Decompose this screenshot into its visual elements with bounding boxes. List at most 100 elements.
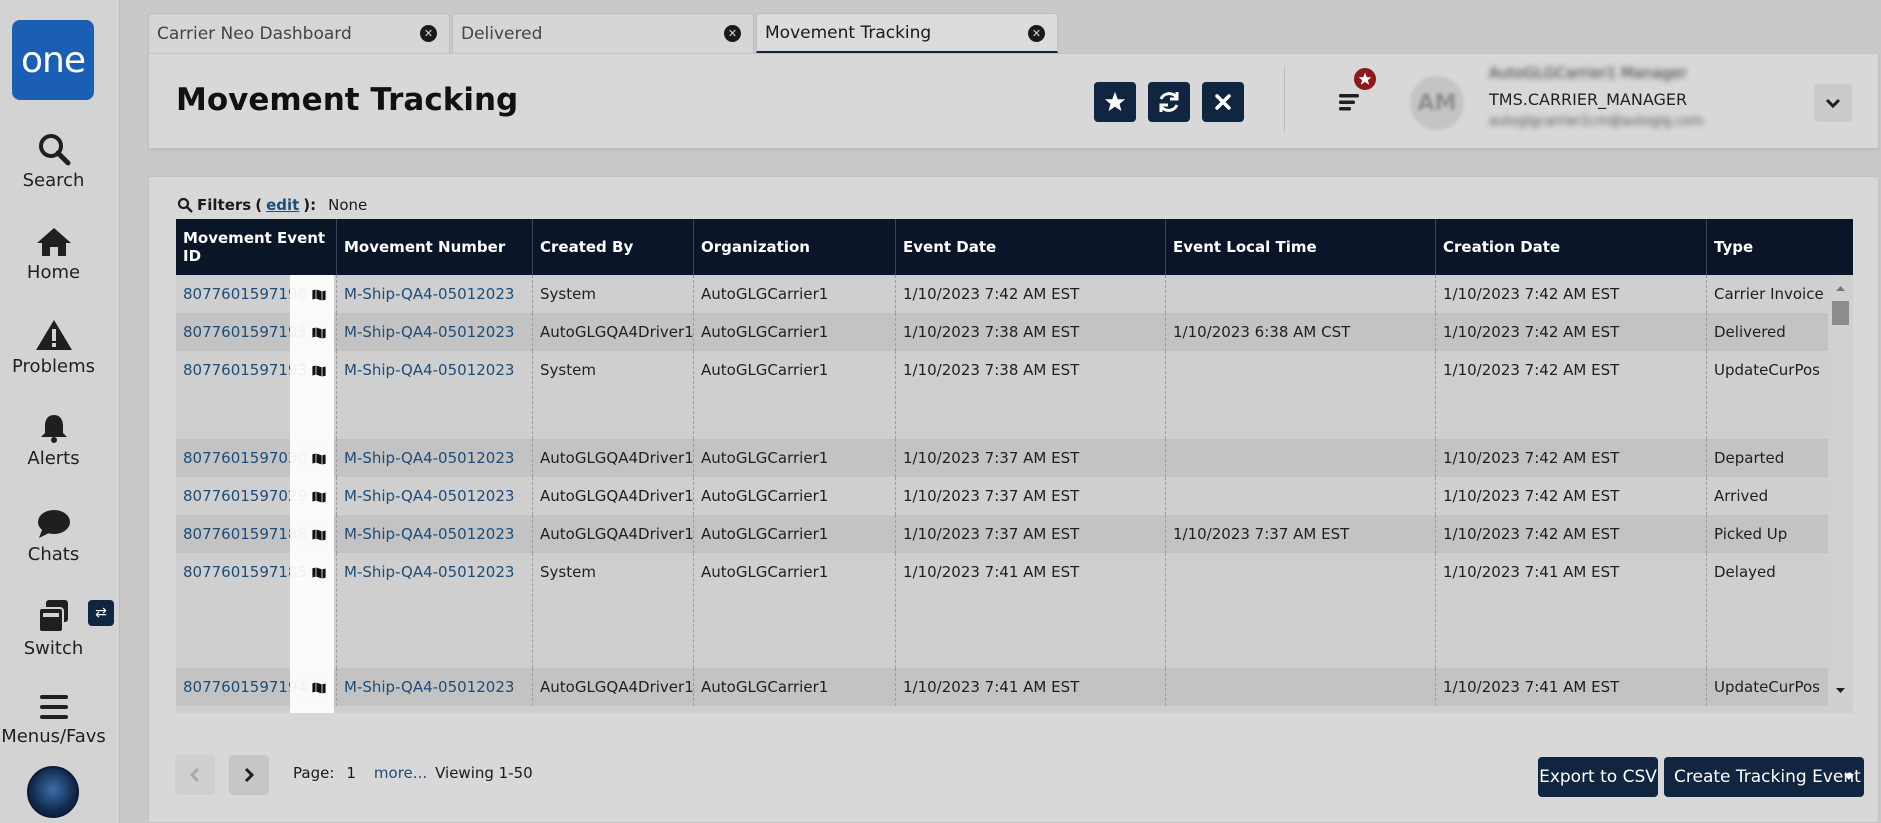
tab-delivered[interactable]: Delivered ✕ [452,13,754,53]
table-row[interactable]: 8077601597193 M-Ship-QA4-05012023 System Au… [176,351,1828,439]
event-id-link[interactable]: 8077601597195 [183,323,307,341]
column-header[interactable]: Movement Number [337,219,533,275]
cell-text: 1/10/2023 7:37 AM EST [903,487,1080,505]
movement-number-link[interactable]: M-Ship-QA4-05012023 [344,323,514,341]
movement-number-link[interactable]: M-Ship-QA4-05012023 [344,525,514,543]
movement-number-link[interactable]: M-Ship-QA4-05012023 [344,487,514,505]
sidebar-item-home[interactable]: Home [0,226,107,283]
movement-number-link[interactable]: M-Ship-QA4-05012023 [344,563,514,581]
close-icon[interactable]: ✕ [724,25,741,42]
cell-type: Picked Up [1707,515,1828,553]
create-tracking-event-button[interactable]: Create Tracking Event [1664,757,1864,797]
user-avatar-small[interactable] [27,766,79,818]
cell-movement[interactable]: M-Ship-QA4-05012023 [337,477,533,515]
table-row[interactable]: 8077601597188 M-Ship-QA4-05012023 AutoGLGQ… [176,515,1828,553]
cell-text: 1/10/2023 7:41 AM EST [1443,563,1620,581]
one-logo[interactable]: one [12,20,94,100]
refresh-button[interactable] [1148,82,1190,122]
table-row[interactable]: 8077601597030 M-Ship-QA4-05012023 AutoGLGQ… [176,439,1828,477]
cell-movement[interactable]: M-Ship-QA4-05012023 [337,553,533,668]
vertical-scrollbar[interactable] [1828,275,1853,700]
sidebar-item-chats[interactable]: Chats [0,508,107,565]
close-page-button[interactable] [1202,82,1244,122]
movement-number-link[interactable]: M-Ship-QA4-05012023 [344,285,514,303]
user-avatar[interactable]: AM [1410,76,1464,130]
table-row[interactable]: 8077601597194 M-Ship-QA4-05012023 AutoGLGQ… [176,668,1828,706]
cell-movement[interactable]: M-Ship-QA4-05012023 [337,668,533,706]
event-id-link[interactable]: 8077601597029 [183,487,307,505]
vertical-scroll-thumb[interactable] [1832,301,1849,325]
export-to-csv-button[interactable]: Export to CSV [1538,757,1658,797]
star-icon [1358,72,1372,85]
tab-movement-tracking[interactable]: Movement Tracking ✕ [756,13,1058,53]
event-id-link[interactable]: 8077601597030 [183,449,307,467]
cell-movement[interactable]: M-Ship-QA4-05012023 [337,275,533,313]
map-icon[interactable] [311,681,327,695]
column-header[interactable]: Organization [694,219,896,275]
map-icon[interactable] [311,364,327,378]
chevron-left-icon [189,767,200,783]
event-id-link[interactable]: 8077601597193 [183,361,307,379]
table-row[interactable]: 8077601597185 M-Ship-QA4-05012023 System Au… [176,553,1828,668]
column-header[interactable]: Created By [533,219,694,275]
cell-org: AutoGLGCarrier1 [694,477,896,515]
cell-movement[interactable]: M-Ship-QA4-05012023 [337,351,533,439]
pagination-info: Page: 1 more... Viewing 1-50 [293,764,533,782]
caret-down-icon[interactable] [1844,774,1854,780]
column-header[interactable]: Creation Date [1436,219,1707,275]
cell-created-by: AutoGLGQA4Driver1 [533,477,694,515]
cell-creation-date: 1/10/2023 7:42 AM EST [1436,477,1707,515]
table-row[interactable]: 8077601597196 M-Ship-QA4-05012023 System Au… [176,275,1828,313]
movement-number-link[interactable]: M-Ship-QA4-05012023 [344,361,514,379]
column-header[interactable]: Movement Event ID [176,219,337,275]
movement-number-link[interactable]: M-Ship-QA4-05012023 [344,678,514,696]
close-icon[interactable]: ✕ [420,25,437,42]
page-header: Movement Tracking AM AutoGLGCarrier1 Man… [148,53,1879,149]
event-id-link[interactable]: 8077601597188 [183,525,307,543]
table-row[interactable]: 8077601597195 M-Ship-QA4-05012023 AutoGLGQ… [176,313,1828,351]
table-row[interactable]: 8077601597029 M-Ship-QA4-05012023 AutoGLGQ… [176,477,1828,515]
event-id-link[interactable]: 8077601597196 [183,285,307,303]
cell-text: 1/10/2023 7:41 AM EST [1443,678,1620,696]
cell-type: UpdateCurPos [1707,351,1828,439]
cell-text: AutoGLGCarrier1 [701,487,829,505]
filters-edit-link[interactable]: edit [266,196,299,214]
sidebar-item-search[interactable]: Search [0,132,107,191]
cell-text: 1/10/2023 7:42 AM EST [1443,487,1620,505]
cell-movement[interactable]: M-Ship-QA4-05012023 [337,313,533,351]
previous-page-button[interactable] [175,755,215,795]
cell-movement[interactable]: M-Ship-QA4-05012023 [337,515,533,553]
notification-badge[interactable] [1352,66,1378,92]
map-icon[interactable] [311,528,327,542]
sidebar-item-alerts[interactable]: Alerts [0,412,107,469]
cell-movement[interactable]: M-Ship-QA4-05012023 [337,439,533,477]
logo-text: one [21,39,86,81]
tab-carrier-neo-dashboard[interactable]: Carrier Neo Dashboard ✕ [148,13,450,53]
user-menu-dropdown[interactable] [1814,84,1852,122]
event-id-link[interactable]: 8077601597194 [183,678,307,696]
close-icon[interactable]: ✕ [1028,25,1045,42]
swap-arrows-icon[interactable]: ⇄ [88,600,114,626]
cell-created-by: System [533,275,694,313]
map-icon[interactable] [311,566,327,580]
cell-text: 1/10/2023 7:42 AM EST [1443,285,1620,303]
cell-local-time: 1/10/2023 6:38 AM CST [1166,313,1436,351]
favorite-button[interactable] [1094,82,1136,122]
user-email: autoglgcarrier1cm@autoglg.com [1489,114,1704,129]
column-header[interactable]: Event Date [896,219,1166,275]
more-pages-link[interactable]: more... [374,764,427,782]
movement-number-link[interactable]: M-Ship-QA4-05012023 [344,449,514,467]
cell-text: AutoGLGCarrier1 [701,678,829,696]
column-header[interactable]: Type [1707,219,1853,275]
sidebar-item-menus-favs[interactable]: Menus/Favs [0,692,107,747]
map-icon[interactable] [311,490,327,504]
map-icon[interactable] [311,288,327,302]
map-icon[interactable] [311,326,327,340]
cell-creation-date: 1/10/2023 7:41 AM EST [1436,668,1707,706]
map-icon[interactable] [311,452,327,466]
sidebar-item-problems[interactable]: Problems [0,318,107,377]
cell-text: AutoGLGCarrier1 [701,563,829,581]
next-page-button[interactable] [229,755,269,795]
column-header[interactable]: Event Local Time [1166,219,1436,275]
event-id-link[interactable]: 8077601597185 [183,563,307,581]
